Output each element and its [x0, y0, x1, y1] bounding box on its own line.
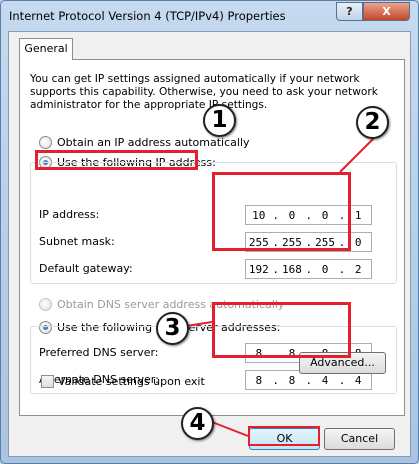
callout-4: 4 [181, 407, 214, 440]
callout-connector-lines [185, 137, 375, 437]
callout-1: 1 [203, 104, 236, 137]
highlight-dns-fields [212, 302, 351, 358]
highlight-ok-button [248, 426, 320, 446]
highlight-ip-fields [212, 172, 351, 251]
highlight-use-following-ip [35, 150, 198, 170]
callout-2: 2 [356, 106, 389, 139]
tab-general[interactable]: General [19, 38, 73, 60]
callout-3: 3 [156, 312, 189, 345]
